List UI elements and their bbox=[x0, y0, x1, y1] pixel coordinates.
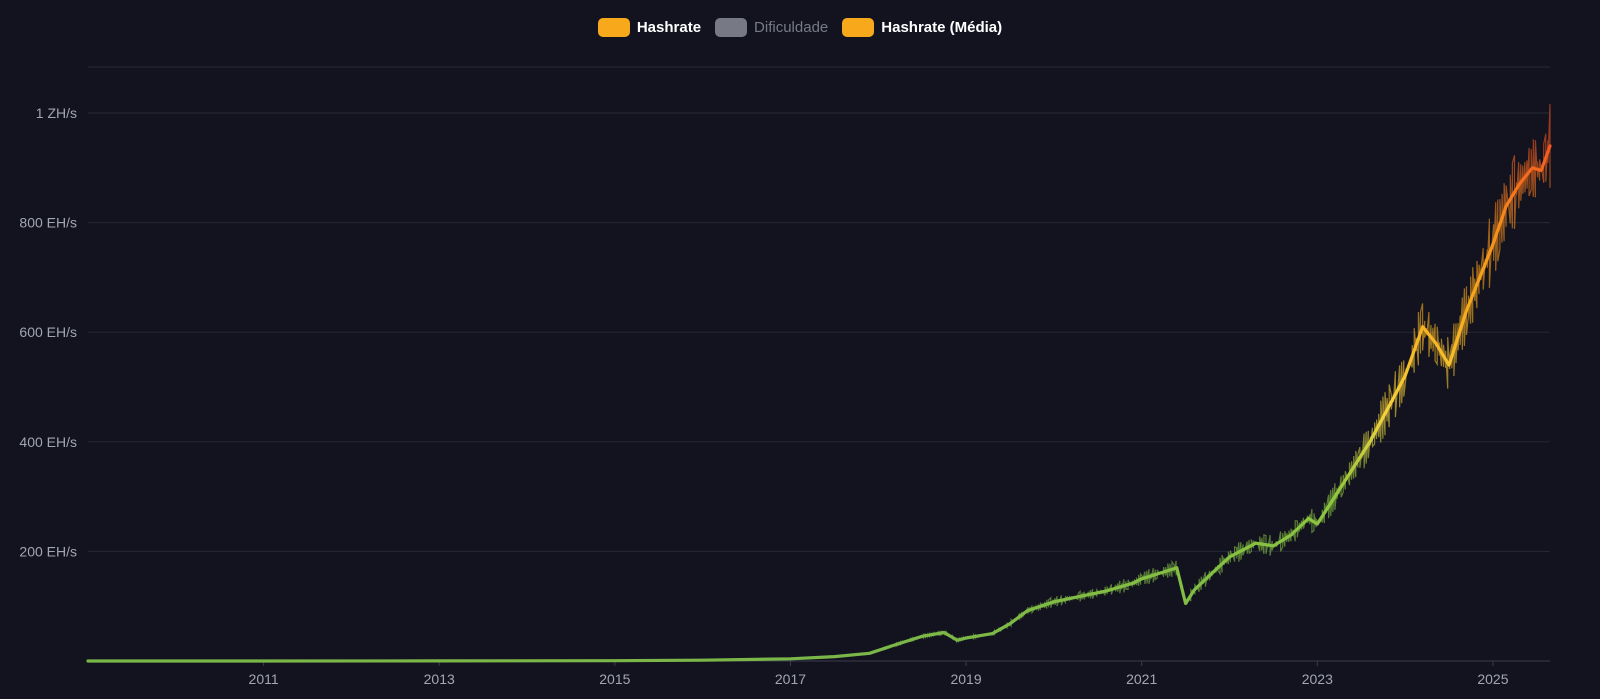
hashrate-average-line bbox=[86, 144, 1552, 663]
y-tick-label: 200 EH/s bbox=[19, 543, 77, 559]
x-tick-label: 2023 bbox=[1302, 671, 1333, 687]
x-tick-label: 2017 bbox=[775, 671, 806, 687]
x-tick-label: 2019 bbox=[950, 671, 981, 687]
y-tick-label: 400 EH/s bbox=[19, 434, 77, 450]
y-tick-label: 1 ZH/s bbox=[36, 105, 77, 121]
x-tick-label: 2025 bbox=[1477, 671, 1508, 687]
x-tick-label: 2015 bbox=[599, 671, 630, 687]
hashrate-line bbox=[88, 103, 1551, 662]
y-tick-label: 800 EH/s bbox=[19, 215, 77, 231]
y-tick-label: 600 EH/s bbox=[19, 324, 77, 340]
plot-area: 200 EH/s 400 EH/s 600 EH/s 800 EH/s 1 ZH/s 20… bbox=[19, 66, 1552, 687]
hashrate-chart: Hashrate Dificuldade Hashrate (Média) 20… bbox=[0, 0, 1600, 699]
x-tick-label: 2011 bbox=[249, 671, 279, 687]
x-tick-label: 2021 bbox=[1126, 671, 1157, 687]
x-tick-label: 2013 bbox=[424, 671, 455, 687]
